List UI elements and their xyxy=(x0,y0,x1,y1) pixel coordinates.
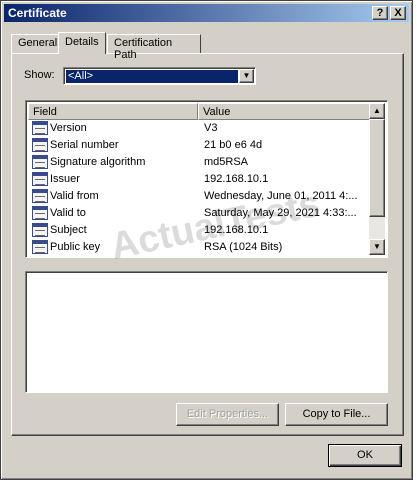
field-name: Version xyxy=(50,122,87,134)
tab-details-label: Details xyxy=(65,36,99,48)
field-detail-textbox[interactable] xyxy=(25,271,388,393)
tab-general[interactable]: General xyxy=(11,34,59,53)
field-value: md5RSA xyxy=(204,156,249,168)
certificate-field-icon xyxy=(32,121,48,135)
certificate-field-icon xyxy=(32,189,48,203)
tab-certification-path[interactable]: Certification Path xyxy=(107,34,201,61)
scroll-down-icon[interactable]: ▼ xyxy=(369,239,385,255)
fields-list[interactable]: Field Value Version V3 Serial number 21 … xyxy=(25,100,388,258)
certificate-field-icon xyxy=(32,240,48,254)
fields-list-header: Field Value xyxy=(28,103,371,120)
show-dropdown[interactable]: <All> ▼ xyxy=(63,67,256,85)
scroll-up-icon[interactable]: ▲ xyxy=(369,103,385,119)
list-item[interactable]: Issuer 192.168.10.1 xyxy=(28,171,371,188)
certificate-field-icon xyxy=(32,223,48,237)
field-value: 192.168.10.1 xyxy=(204,173,269,185)
field-value: Wednesday, June 01, 2011 4:... xyxy=(204,190,358,202)
show-dropdown-value: <All> xyxy=(65,69,239,84)
list-item[interactable]: Serial number 21 b0 e6 4d xyxy=(28,137,371,154)
certificate-dialog: Certificate ? X General Details Certific… xyxy=(0,0,413,480)
certificate-field-icon xyxy=(32,206,48,220)
field-name: Public key xyxy=(50,241,101,253)
list-item[interactable]: Public key RSA (1024 Bits) xyxy=(28,239,371,256)
column-header-value[interactable]: Value xyxy=(198,103,371,120)
field-name: Valid to xyxy=(50,207,86,219)
field-name: Subject xyxy=(50,224,87,236)
tab-general-label: General xyxy=(18,37,58,49)
fields-list-rows: Version V3 Serial number 21 b0 e6 4d Sig… xyxy=(28,120,371,256)
edit-properties-button[interactable]: Edit Properties... xyxy=(176,403,279,426)
field-name: Signature algorithm xyxy=(50,156,146,168)
copy-to-file-button[interactable]: Copy to File... xyxy=(285,403,388,426)
field-name: Valid from xyxy=(50,190,99,202)
field-name: Issuer xyxy=(50,173,80,185)
certificate-field-icon xyxy=(32,172,48,186)
list-item[interactable]: Subject 192.168.10.1 xyxy=(28,222,371,239)
chevron-down-icon[interactable]: ▼ xyxy=(239,69,254,83)
list-item[interactable]: Version V3 xyxy=(28,120,371,137)
field-value: 21 b0 e6 4d xyxy=(204,139,263,151)
list-item[interactable]: Valid to Saturday, May 29, 2021 4:33:... xyxy=(28,205,371,222)
field-value: V3 xyxy=(204,122,218,134)
list-item[interactable]: Signature algorithm md5RSA xyxy=(28,154,371,171)
field-value: 192.168.10.1 xyxy=(204,224,269,236)
certificate-field-icon xyxy=(32,155,48,169)
column-header-field[interactable]: Field xyxy=(28,103,198,120)
tab-details[interactable]: Details xyxy=(58,32,106,54)
list-item[interactable]: Valid from Wednesday, June 01, 2011 4:..… xyxy=(28,188,371,205)
window-title: Certificate xyxy=(8,6,67,20)
field-value: RSA (1024 Bits) xyxy=(204,241,283,253)
ok-button[interactable]: OK xyxy=(328,444,402,467)
field-value: Saturday, May 29, 2021 4:33:... xyxy=(204,207,357,219)
show-label: Show: xyxy=(24,69,55,81)
scrollbar-thumb[interactable] xyxy=(369,119,385,217)
certificate-field-icon xyxy=(32,138,48,152)
close-button[interactable]: X xyxy=(390,6,406,20)
fields-list-scrollbar[interactable]: ▲ ▼ xyxy=(369,103,385,255)
field-name: Serial number xyxy=(50,139,119,151)
title-bar[interactable]: Certificate ? X xyxy=(4,4,409,22)
help-button[interactable]: ? xyxy=(372,6,388,20)
